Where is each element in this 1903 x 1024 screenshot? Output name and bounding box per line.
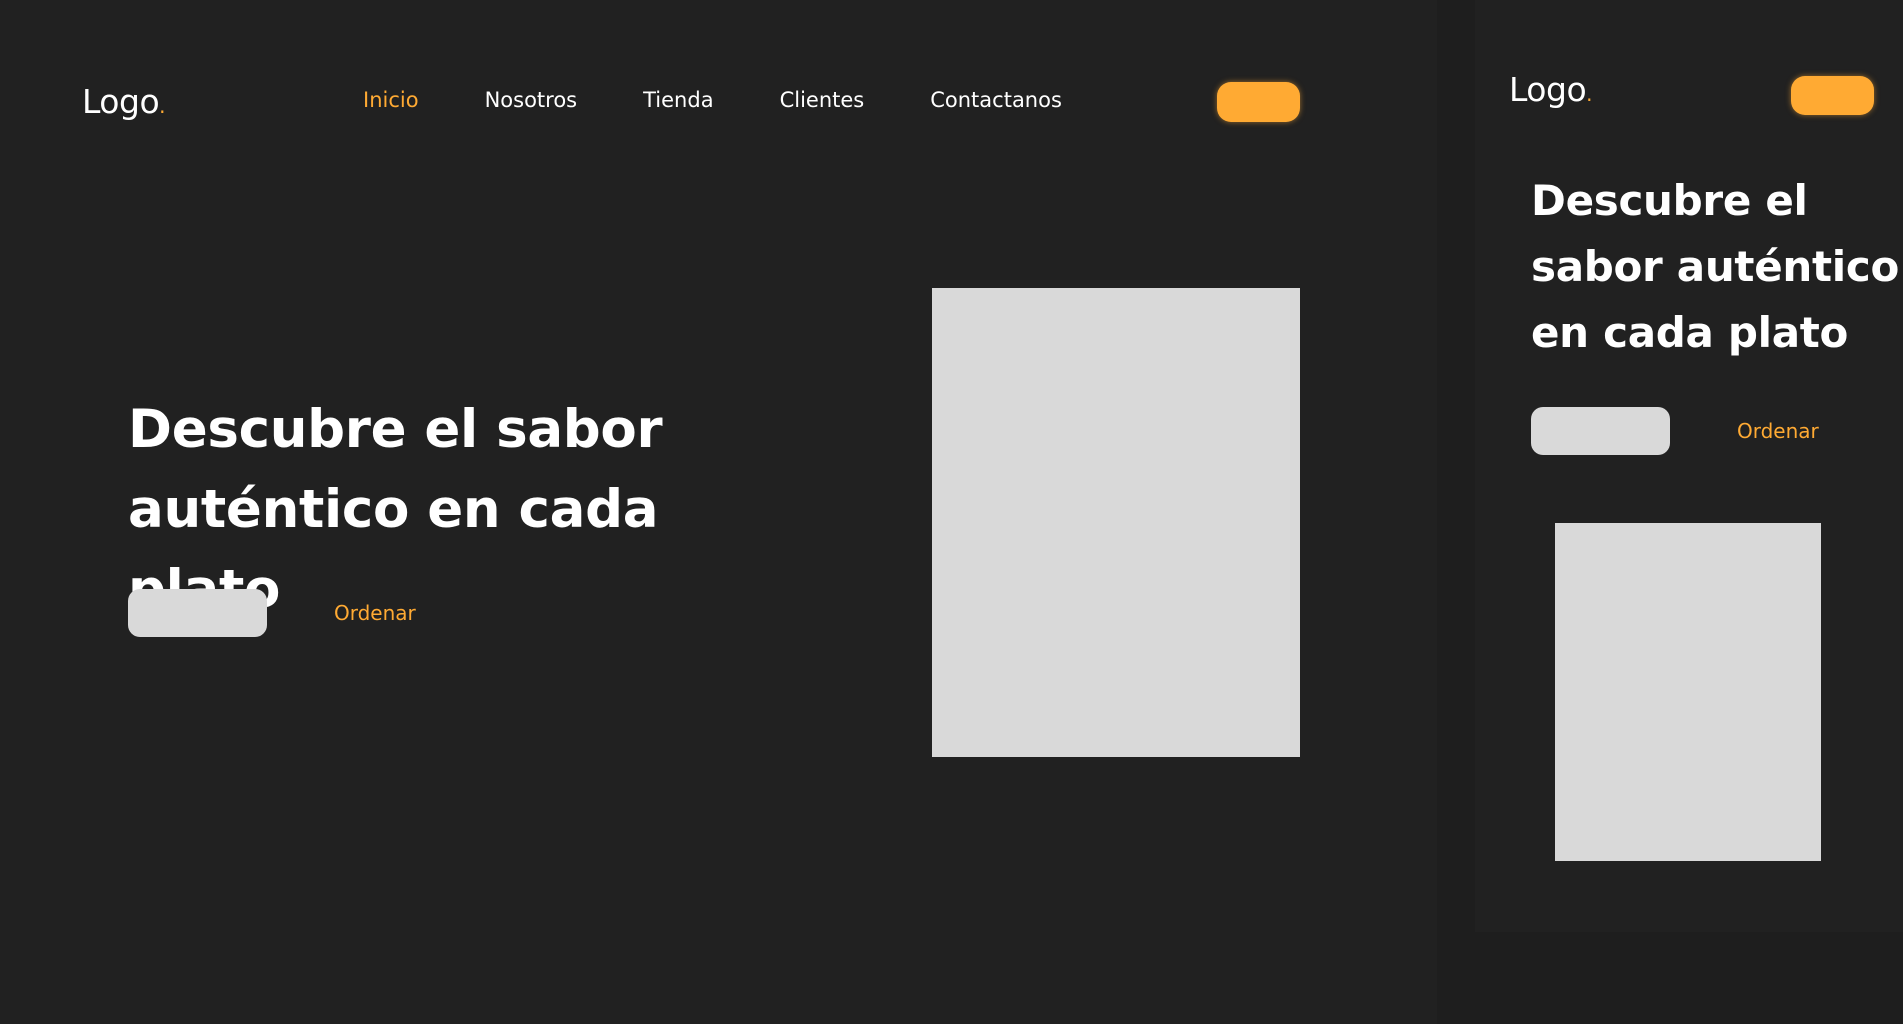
- design-canvas: Logo. Inicio Nosotros Tienda Clientes Co…: [0, 0, 1903, 1024]
- hero-title-line-2: sabor auténtico: [1531, 242, 1900, 291]
- hero-title-line-1: Descubre el: [1531, 176, 1808, 225]
- order-link[interactable]: Ordenar: [1737, 419, 1819, 443]
- nav-item-clientes[interactable]: Clientes: [780, 88, 865, 112]
- hero-title: Descubre el sabor auténtico en cada plat…: [1531, 168, 1903, 366]
- hero-title-line-3: en cada plato: [1531, 308, 1849, 357]
- mobile-frame: Logo. Descubre el sabor auténtico en cad…: [1475, 0, 1903, 932]
- order-link[interactable]: Ordenar: [334, 601, 416, 625]
- nav-item-nosotros[interactable]: Nosotros: [485, 88, 578, 112]
- hero-image-placeholder: [932, 288, 1300, 757]
- nav-item-inicio[interactable]: Inicio: [363, 88, 419, 112]
- header-cta-button[interactable]: [1217, 82, 1300, 122]
- hero-primary-button[interactable]: [128, 589, 267, 637]
- desktop-frame: Logo. Inicio Nosotros Tienda Clientes Co…: [0, 0, 1437, 1024]
- logo-dot: .: [159, 94, 165, 118]
- header-cta-button[interactable]: [1791, 76, 1874, 115]
- logo[interactable]: Logo.: [82, 82, 165, 121]
- logo-text: Logo: [1509, 70, 1587, 109]
- main-nav: Inicio Nosotros Tienda Clientes Contacta…: [363, 88, 1062, 112]
- hero-image-placeholder: [1555, 523, 1821, 861]
- hero-title-line-1: Descubre el sabor: [128, 399, 663, 460]
- nav-item-contactanos[interactable]: Contactanos: [930, 88, 1062, 112]
- nav-item-tienda[interactable]: Tienda: [643, 88, 713, 112]
- logo[interactable]: Logo.: [1509, 70, 1592, 109]
- logo-text: Logo: [82, 82, 160, 121]
- logo-dot: .: [1586, 82, 1592, 106]
- hero-primary-button[interactable]: [1531, 407, 1670, 455]
